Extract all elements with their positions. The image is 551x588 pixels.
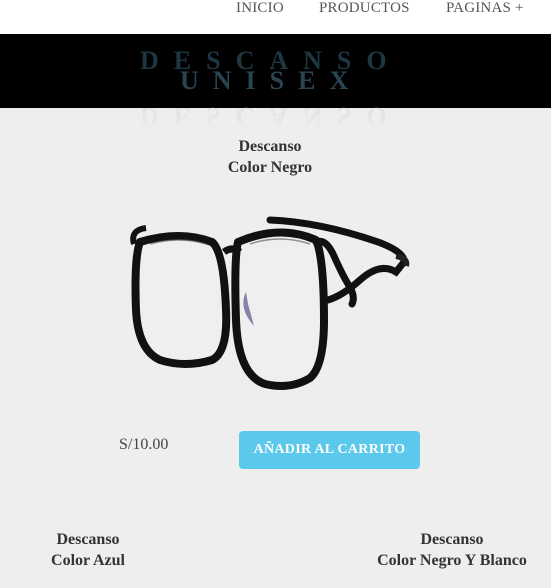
- product-title-line1: Descanso: [420, 531, 484, 548]
- nav-link-productos[interactable]: PRODUCTOS: [319, 0, 410, 17]
- product-title-line2: Color Negro: [227, 159, 313, 176]
- product-title[interactable]: Descanso Color Negro: [200, 136, 340, 178]
- product-title-line1: Descanso: [238, 138, 302, 155]
- nav-link-inicio[interactable]: INICIO: [236, 0, 284, 17]
- hero-banner: DESCANSO UNISEX: [0, 34, 551, 108]
- product-price: S/10.00: [119, 436, 169, 453]
- add-to-cart-button[interactable]: AÑADIR AL CARRITO: [239, 431, 420, 469]
- product-title-line2: Color Negro Y Blanco: [377, 552, 527, 569]
- nav-link-paginas[interactable]: PAGINAS +: [446, 0, 524, 17]
- product-title-line1: Descanso: [56, 531, 120, 548]
- product-title-azul[interactable]: Descanso Color Azul: [18, 529, 158, 571]
- banner-subtitle: UNISEX: [180, 66, 363, 95]
- product-title-line2: Color Azul: [51, 552, 125, 569]
- banner-reflection: DESCANSO: [140, 102, 402, 131]
- top-navigation: INICIO PRODUCTOS PAGINAS +: [0, 0, 551, 34]
- product-title-negro-blanco[interactable]: Descanso Color Negro Y Blanco: [352, 529, 551, 571]
- glasses-image[interactable]: [120, 200, 420, 400]
